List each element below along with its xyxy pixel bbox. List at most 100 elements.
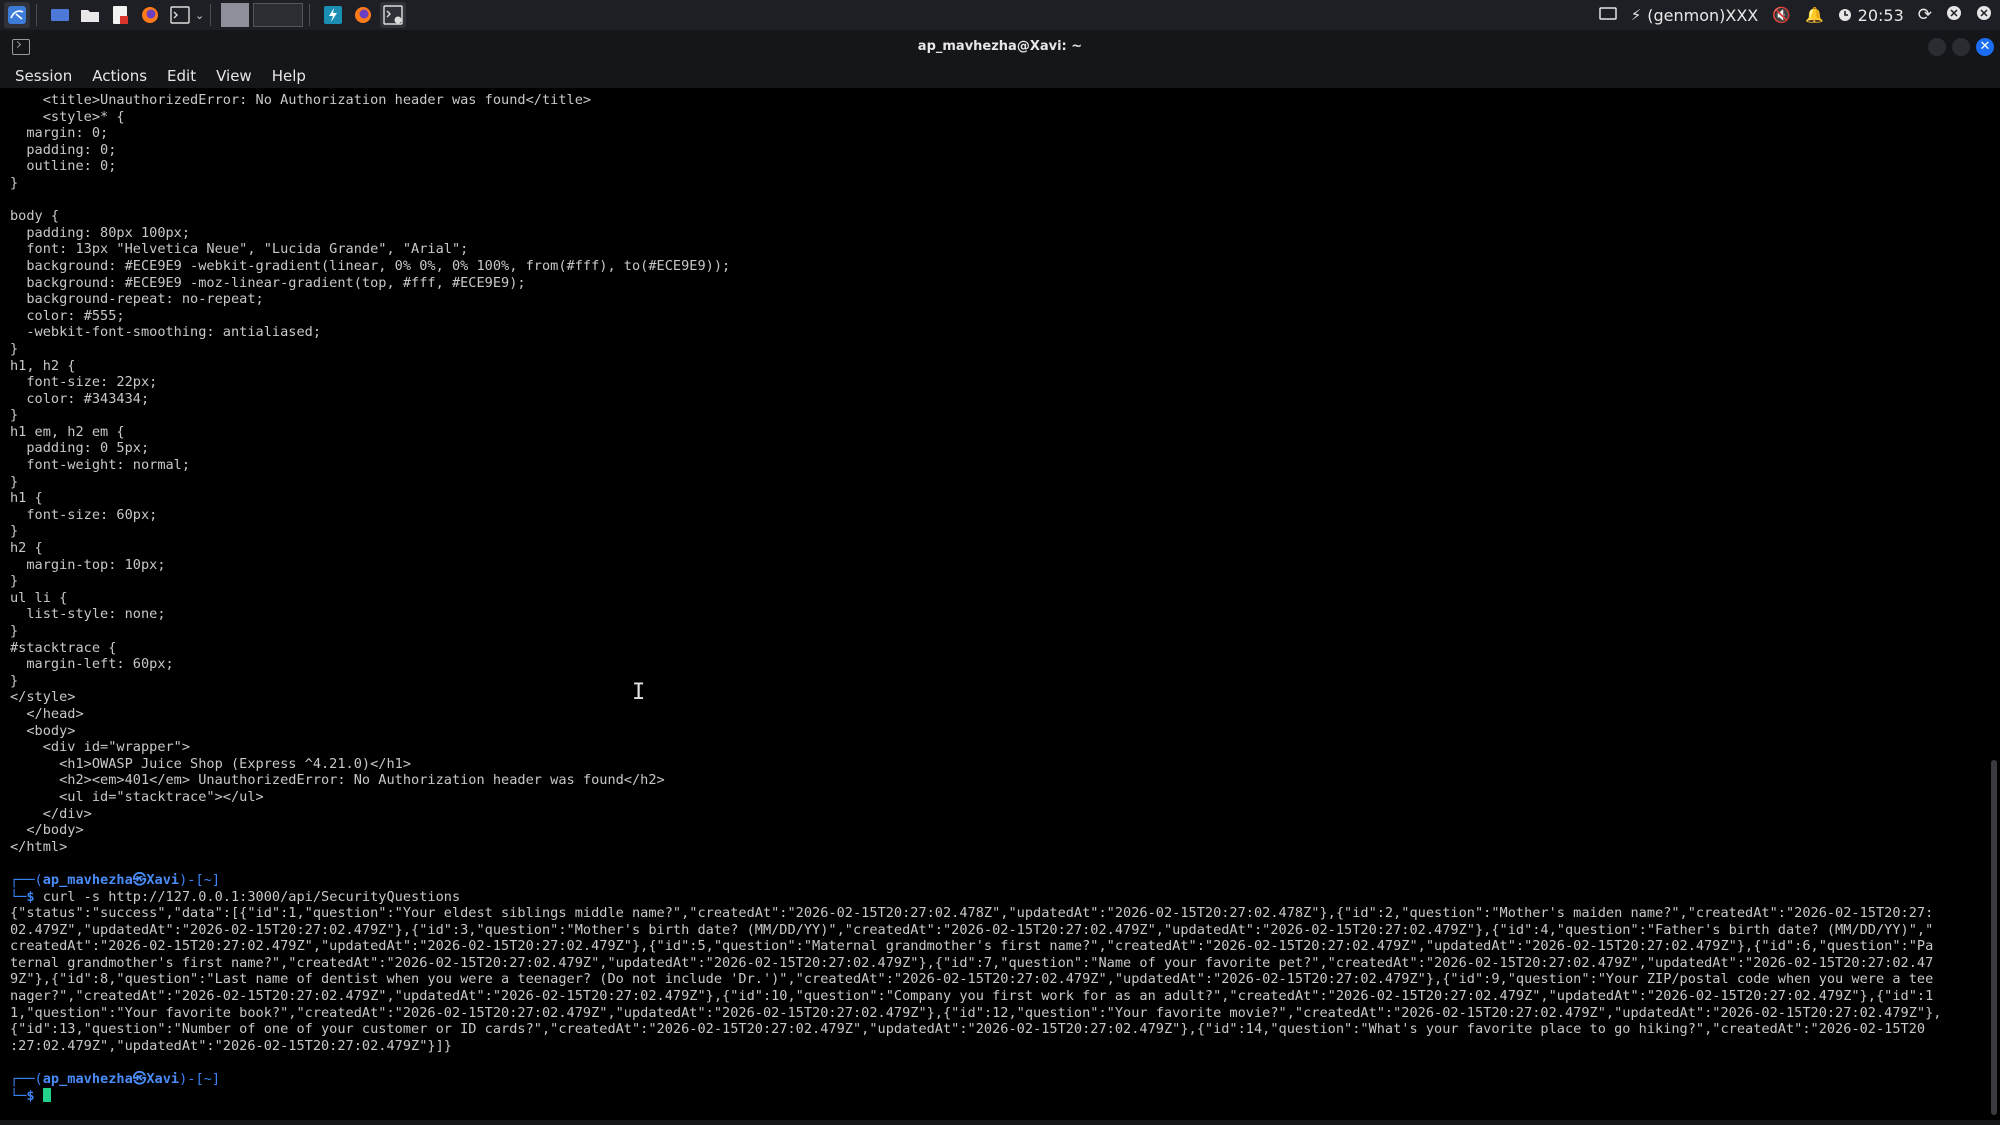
text-cursor (42, 1087, 51, 1102)
kali-menu-button[interactable] (4, 2, 30, 28)
prompt-open: ┌──( (10, 1071, 43, 1088)
menu-session[interactable]: Session (0, 67, 82, 85)
terminal-line: h1 em, h2 em { (10, 423, 125, 440)
response-html-block: <title>UnauthorizedError: No Authorizati… (10, 92, 1975, 872)
maximize-button[interactable] (1952, 38, 1970, 56)
terminal-line: font-size: 60px; (10, 506, 158, 523)
json-output-line (10, 1054, 1975, 1071)
lightning-icon (324, 6, 343, 24)
terminal-line: ul li { (10, 589, 68, 606)
window-title: ap_mavhezha@Xavi: ~ (917, 39, 1083, 54)
json-output-line: 1,"question":"Your favorite book?","crea… (10, 1004, 1942, 1021)
workspace-2[interactable] (253, 3, 304, 27)
prompt-close: )-[~] (179, 1071, 221, 1088)
clock-widget[interactable]: 20:53 (1838, 6, 1904, 25)
active-input-line[interactable]: └─$ (10, 1087, 1975, 1105)
taskbar-app-terminal[interactable] (380, 2, 407, 28)
terminal-line: } (10, 523, 19, 540)
taskbar-app-bolt[interactable] (320, 2, 346, 28)
refresh-icon[interactable]: ⟳ (1918, 5, 1932, 25)
terminal-line: } (10, 407, 19, 424)
notification-bell-icon[interactable]: 🔔 (1805, 6, 1824, 24)
terminal-line: <style>* { (10, 108, 125, 125)
panel-tray: ⚡ (genmon)XXX 🔇 🔔 20:53 ⟳ (1598, 0, 1992, 30)
terminal-line: } (10, 174, 19, 191)
terminal-line: margin: 0; (10, 125, 109, 142)
command-text: curl -s http://127.0.0.1:3000/api/Securi… (34, 888, 461, 905)
minimize-button[interactable] (1928, 38, 1946, 56)
terminal-line: h1 { (10, 490, 43, 507)
window-titlebar[interactable]: ap_mavhezha@Xavi: ~ ✕ (0, 30, 2000, 64)
terminal-line: } (10, 340, 19, 357)
prompt-user: ap_mavhezha㉿Xavi (42, 1071, 180, 1088)
chevron-down-icon: ⌄ (195, 8, 205, 22)
terminal-line: <title>UnauthorizedError: No Authorizati… (10, 92, 592, 108)
monitor-icon[interactable] (1598, 6, 1617, 25)
desktop-icon (51, 9, 69, 21)
terminal-line: color: #555; (10, 307, 125, 324)
firefox-launcher[interactable] (137, 2, 163, 28)
terminal-line: font-weight: normal; (10, 457, 191, 474)
terminal-line: </body> (10, 822, 84, 839)
prompt-close: )-[~] (179, 871, 221, 888)
json-output-line: 02.479Z","updatedAt":"2026-02-15T20:27:0… (10, 921, 1934, 938)
mouse-ibeam-cursor: I (632, 680, 646, 705)
prompt-dollar: └─$ (10, 888, 35, 905)
panel-separator (36, 4, 37, 26)
terminal-line: -webkit-font-smoothing: antialiased; (10, 324, 321, 341)
clock-time: 20:53 (1857, 5, 1904, 25)
menu-help[interactable]: Help (257, 67, 316, 85)
text-editor-icon (113, 6, 128, 24)
terminal-line: <h1>OWASP Juice Shop (Express ^4.21.0)</… (10, 755, 412, 772)
workspace-1[interactable] (221, 3, 250, 27)
terminal-launcher[interactable] (167, 2, 193, 28)
terminal-line: margin-top: 10px; (10, 556, 166, 573)
terminal-icon (383, 5, 403, 25)
terminal-line: background: #ECE9E9 -moz-linear-gradient… (10, 274, 526, 291)
terminal-line: #stacktrace { (10, 639, 117, 656)
terminal-line: } (10, 623, 19, 639)
close-button[interactable]: ✕ (1976, 38, 1994, 56)
terminal-line: </div> (10, 805, 92, 822)
terminal-scrollbar[interactable] (1991, 760, 1997, 1115)
terminal-output[interactable]: <title>UnauthorizedError: No Authorizati… (0, 88, 1988, 1120)
text-editor-launcher[interactable] (107, 2, 133, 28)
wand-icon: ⚡ (1630, 6, 1642, 24)
terminal-line: font-size: 22px; (10, 374, 158, 391)
menu-actions[interactable]: Actions (77, 67, 157, 85)
file-manager-launcher[interactable] (77, 2, 103, 28)
terminal-icon (170, 6, 190, 24)
json-output-block: {"status":"success","data":[{"id":1,"que… (10, 905, 1975, 1071)
terminal-line: background: #ECE9E9 -webkit-gradient(lin… (10, 257, 731, 274)
firefox-icon (142, 7, 158, 23)
panel-separator (309, 4, 311, 26)
json-output-line: {"id":13,"question":"Number of one of yo… (10, 1021, 1926, 1038)
show-desktop-button[interactable] (47, 2, 73, 28)
genmon-label: (genmon)XXX (1647, 5, 1759, 25)
terminal-line: body { (10, 208, 60, 225)
network-icon[interactable] (1946, 5, 1962, 25)
terminal-line: margin-left: 60px; (10, 656, 174, 673)
json-output-line: nager?","createdAt":"2026-02-15T20:27:02… (10, 988, 1934, 1005)
json-output-line: {"status":"success","data":[{"id":1,"que… (10, 905, 1934, 922)
menu-view[interactable]: View (201, 67, 262, 85)
terminal-line: list-style: none; (10, 606, 166, 623)
terminal-launcher-dropdown[interactable]: ⌄ (195, 9, 204, 22)
terminal-line: <div id="wrapper"> (10, 739, 191, 756)
json-output-line: 9Z"},{"id":8,"question":"Last name of de… (10, 971, 1934, 988)
taskbar-app-firefox[interactable] (350, 2, 376, 28)
terminal-line: h2 { (10, 540, 43, 557)
command-line: └─$ curl -s http://127.0.0.1:3000/api/Se… (10, 889, 1975, 906)
genmon-widget[interactable]: ⚡ (genmon)XXX (1631, 6, 1759, 25)
prompt-user: ap_mavhezha㉿Xavi (42, 871, 180, 888)
terminal-line: <h2><em>401</em> UnauthorizedError: No A… (10, 772, 665, 789)
terminal-line: h1, h2 { (10, 357, 76, 374)
menu-edit[interactable]: Edit (152, 67, 206, 85)
firefox-icon (355, 7, 372, 23)
volume-muted-icon[interactable]: 🔇 (1772, 6, 1791, 24)
power-icon[interactable] (1976, 5, 1992, 25)
json-output-line: createdAt":"2026-02-15T20:27:02.479Z","u… (10, 938, 1934, 955)
terminal-line: padding: 0 5px; (10, 440, 150, 457)
